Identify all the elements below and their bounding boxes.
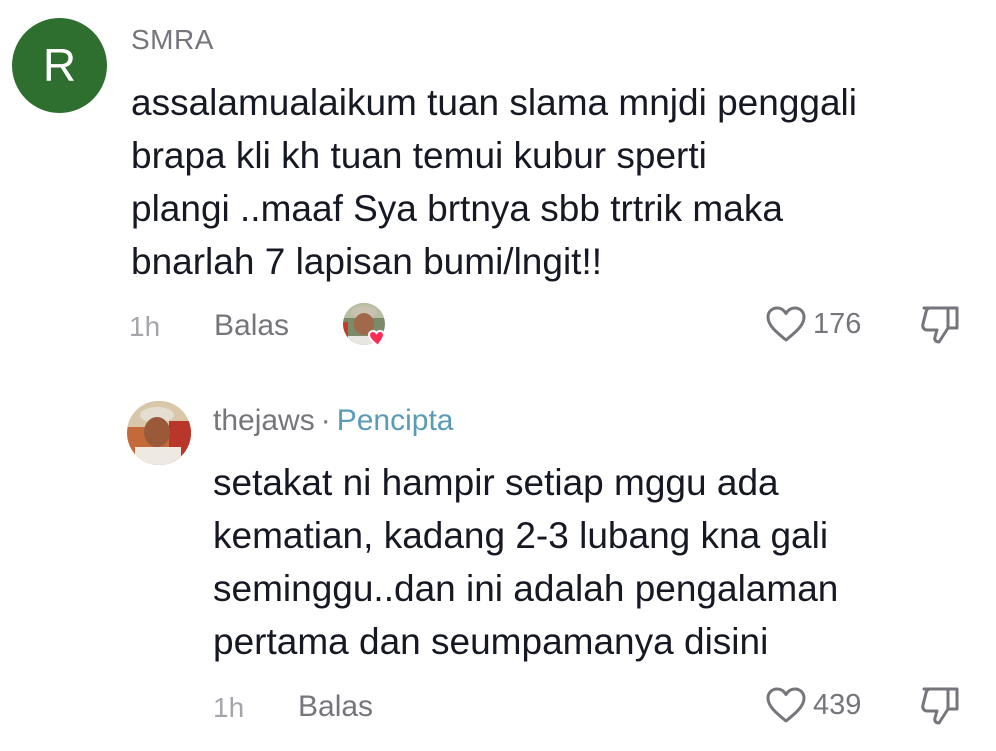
thumbs-down-icon[interactable]: [918, 685, 962, 727]
like-button[interactable]: 439: [765, 686, 861, 724]
comment-text: assalamualaikum tuan slama mnjdi penggal…: [131, 82, 857, 282]
reply-button[interactable]: Balas: [298, 690, 373, 724]
separator-dot: ·: [320, 404, 331, 437]
reply-username-line: thejaws · Pencipta: [213, 404, 453, 438]
like-count: 176: [813, 307, 862, 340]
thumbs-down-icon[interactable]: [918, 304, 962, 346]
comment-time: 1h: [129, 311, 161, 342]
reply-time: 1h: [213, 692, 245, 723]
reply-username[interactable]: thejaws: [213, 404, 315, 437]
like-button[interactable]: 176: [765, 305, 861, 343]
comment-username[interactable]: SMRA: [131, 24, 214, 56]
heart-outline-icon[interactable]: [765, 305, 807, 343]
avatar[interactable]: [127, 401, 191, 465]
liked-by-creator-icon: [343, 303, 386, 348]
heart-outline-icon[interactable]: [765, 686, 807, 724]
reply-text: setakat ni hampir setiap mggu ada kemati…: [213, 462, 839, 662]
reply-button[interactable]: Balas: [214, 309, 289, 343]
like-count: 439: [813, 688, 862, 721]
creator-badge: Pencipta: [336, 404, 454, 437]
avatar[interactable]: R: [12, 18, 107, 113]
